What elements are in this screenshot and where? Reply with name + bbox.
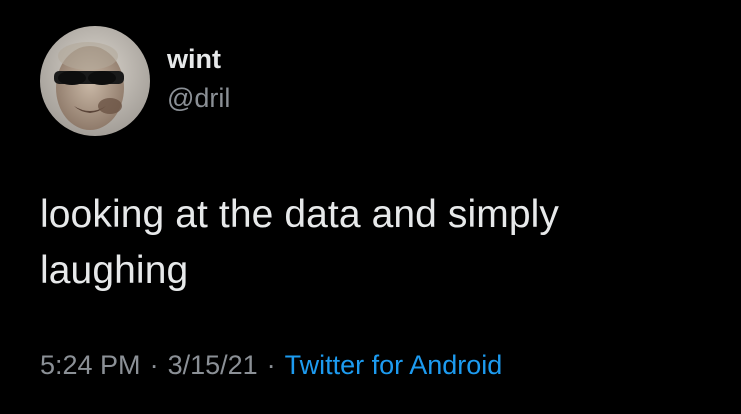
author-info: wint @dril: [167, 42, 230, 116]
tweet-metadata: 5:24 PM · 3/15/21 · Twitter for Android: [40, 347, 502, 383]
separator-dot: ·: [266, 350, 276, 380]
user-handle[interactable]: @dril: [167, 80, 230, 116]
display-name[interactable]: wint: [167, 42, 230, 76]
tweet-date[interactable]: 3/15/21: [168, 350, 258, 380]
tweet-text: looking at the data and simply laughing: [40, 193, 559, 292]
avatar-photo-sunglasses-man: [40, 26, 150, 136]
tweet-source-link[interactable]: Twitter for Android: [285, 350, 503, 380]
tweet-header: wint @dril: [40, 26, 230, 136]
separator-dot: ·: [149, 350, 159, 380]
tweet-time[interactable]: 5:24 PM: [40, 350, 141, 380]
tweet-card: wint @dril looking at the data and simpl…: [0, 0, 741, 414]
avatar[interactable]: [40, 26, 150, 136]
